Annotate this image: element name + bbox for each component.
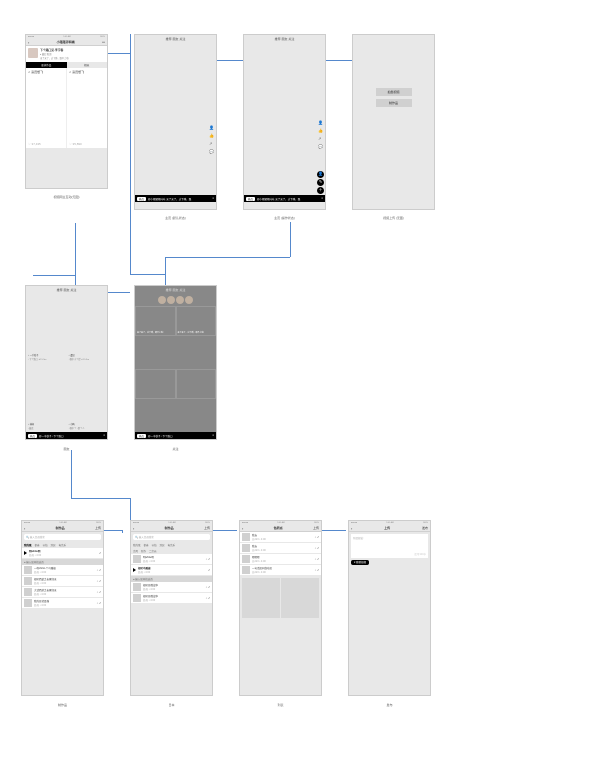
profile-bubble-icon[interactable]: 👤 bbox=[317, 171, 324, 178]
screen-follow: 推荐 朋友 关注 来了来了，过下蹲，跟不上啦! 来了来了，过下蹲，跟不上啦! 热… bbox=[134, 285, 217, 440]
top-tabs[interactable]: 推荐 朋友 关注 bbox=[244, 35, 325, 43]
share-icon[interactable]: ↗ bbox=[318, 136, 323, 141]
track-row[interactable]: 一句话居同找哇居总223 • 4:00○ ↗ bbox=[240, 565, 321, 575]
screen-create: ●●●●●9:41 AM100% ‹制作品上传 🔍 输入音调搜索 我的歌 参奏节… bbox=[21, 520, 104, 696]
grid-item[interactable] bbox=[135, 369, 176, 399]
screen-home-actions: 推荐 朋友 关注 👤 👍 ↗ 💬 👤 ✎ ＋ 热点 @小猪猪猪咔咔 来了来了，过… bbox=[243, 34, 326, 210]
grid-item[interactable] bbox=[176, 369, 217, 399]
grid-item[interactable]: 来了来了，过下蹲，跟不上啦! bbox=[176, 306, 217, 336]
upload-button[interactable]: 上传 bbox=[313, 526, 319, 530]
screen-home-default: 推荐 朋友 关注 👤 👍 ↗ 💬 热点 @小猪猪猪咔咔 来了来了，过下蹲，跟 ≡ bbox=[134, 34, 217, 210]
screen-playlist: ●●●●●9:41 AM100% ‹色药派上传 我去总223 • 4:00○ ↗… bbox=[239, 520, 322, 696]
menu-icon[interactable]: ≡ bbox=[213, 434, 214, 437]
now-playing-row[interactable]: 明white明舒昌 • 4:00↗ bbox=[22, 548, 103, 558]
screen-label: 主页 (操作状态) bbox=[243, 216, 326, 220]
screen-publish: ●●●●●9:41 AM100% ‹上传发布 你还想说: 还可100字 ♥ 随他… bbox=[348, 520, 431, 696]
track-row[interactable]: 视听日俄战争舒昌 • 4:00○ ↗ bbox=[131, 582, 212, 592]
edit-bubble-icon[interactable]: ✎ bbox=[317, 179, 324, 186]
screen-label: 日本 bbox=[130, 703, 213, 707]
menu-icon[interactable]: ≡ bbox=[104, 434, 105, 437]
avatar-row bbox=[135, 294, 216, 306]
avatar bbox=[28, 48, 38, 58]
compose-prompt: 你还想说: bbox=[353, 536, 364, 556]
like-icon[interactable]: 👍 bbox=[209, 133, 214, 138]
screen-categories: ●●●●●9:41 AM100% ‹制作品上传 🔍 输入音调搜索 我的歌参奏节拍… bbox=[130, 520, 213, 696]
track-row[interactable]: 嗯嗯嗯总223 • 4:00○ ↗ bbox=[240, 554, 321, 564]
screen-author-interaction: ●●●●●9:41 AM100% ‹小猪猪评科幽••• 下个路口见-李宇春 ● … bbox=[25, 34, 108, 189]
track-row[interactable]: 我去总223 • 4:00○ ↗ bbox=[240, 543, 321, 553]
card-meta: ↓偶尔小个撑 ⬈15.5m bbox=[69, 357, 106, 361]
comment-icon[interactable]: 💬 bbox=[209, 149, 214, 154]
create-work-button[interactable]: 制作品 bbox=[376, 99, 412, 107]
action-icon[interactable]: ↗ bbox=[99, 552, 101, 555]
screen-label: 制作品 bbox=[21, 703, 104, 707]
desc: 来了来了，过下蹲，跟不上啦! bbox=[40, 56, 105, 60]
top-tabs[interactable]: 推荐 朋友 关注 bbox=[135, 286, 216, 294]
publish-button[interactable]: 发布 bbox=[422, 526, 428, 530]
navbar: ‹制作品上传 bbox=[131, 525, 212, 532]
char-count: 还可100字 bbox=[414, 552, 426, 556]
grid-item[interactable]: 来了来了，过下蹲，跟不上啦! bbox=[135, 306, 176, 336]
track-row[interactable]: 视听西遊之长尾归来舒昌 • 4:00○ ↗ bbox=[22, 576, 103, 586]
track-row[interactable]: 视听日俄战争舒昌 • 4:00○ ↗ bbox=[131, 593, 212, 603]
card-meta: ↓下个路口 ⬈15.5m bbox=[28, 357, 65, 361]
navbar: ‹制作品上传 bbox=[22, 525, 103, 532]
play-icon[interactable] bbox=[24, 551, 27, 555]
track-item[interactable]: ♫ 演员想飞 bbox=[69, 70, 105, 74]
avatar[interactable] bbox=[176, 296, 184, 304]
now-playing-bar[interactable]: 热点 @一千秒子 ↓下个路口 ≡ bbox=[26, 432, 107, 439]
comment-icon[interactable]: 💬 bbox=[318, 144, 323, 149]
like-count: ♡ 37,435 bbox=[28, 142, 64, 146]
screen-label: 列表 bbox=[239, 703, 322, 707]
tag-chip[interactable]: ♥ 随他想想 bbox=[351, 560, 369, 565]
screen-label: 朋友 bbox=[25, 447, 108, 451]
card-meta: ↓藏底 bbox=[28, 426, 65, 430]
like-icon[interactable]: 👍 bbox=[318, 128, 323, 133]
screen-label: 视频网主互动(无图) bbox=[25, 195, 108, 199]
screen-label: 视频上传 (无图) bbox=[352, 216, 435, 220]
screen-label: 发布 bbox=[348, 703, 431, 707]
more-icon[interactable]: ••• bbox=[102, 40, 105, 44]
track-row[interactable]: 一吻christ-个鸟瞰编舒昌 • 4:00○ ↗ bbox=[22, 565, 103, 575]
search-input[interactable]: 🔍 输入音调搜索 bbox=[133, 534, 210, 540]
record-video-button[interactable]: 拍摄视频 bbox=[376, 88, 412, 96]
screen-label: 主页 (默认状态) bbox=[134, 216, 217, 220]
track-row[interactable]: 我的日式盃弹舒昌 • 4:00○ ↗ bbox=[22, 598, 103, 608]
search-input[interactable]: 🔍 输入音调搜索 bbox=[24, 534, 101, 540]
screen-label: 关注 bbox=[134, 447, 217, 451]
now-playing-bar[interactable]: 热点 @一千秒子 ↓下个路口 ≡ bbox=[135, 432, 216, 439]
avatar[interactable] bbox=[185, 296, 193, 304]
top-tabs[interactable]: 推荐 朋友 关注 bbox=[26, 286, 107, 294]
now-playing-row[interactable]: 视听鸟瞰编舒昌 • 4:00↗ bbox=[131, 565, 212, 575]
avatar[interactable] bbox=[158, 296, 166, 304]
now-playing-bar[interactable]: 热点 @小猪猪猪咔咔 来了来了，过下蹲，跟 ≡ bbox=[244, 195, 325, 202]
share-icon[interactable]: ↗ bbox=[209, 141, 214, 146]
add-bubble-icon[interactable]: ＋ bbox=[317, 187, 324, 194]
navbar: ‹上传发布 bbox=[349, 525, 430, 532]
track-item[interactable]: ♫ 演员想飞 bbox=[28, 70, 64, 74]
navbar: ‹色药派上传 bbox=[240, 525, 321, 532]
track-row[interactable]: 我去总223 • 4:00○ ↗ bbox=[240, 532, 321, 542]
user-icon[interactable]: 👤 bbox=[209, 125, 214, 130]
track-row[interactable]: 大话西游之长尾归来舒昌 • 4:00○ ↗ bbox=[22, 587, 103, 597]
screen-friends: 推荐 朋友 关注 ♪ 一千秒子 ↓下个路口 ⬈15.5m ♪ 遇见 ↓偶尔小个撑… bbox=[25, 285, 108, 440]
upload-button[interactable]: 上传 bbox=[95, 526, 101, 530]
avatar[interactable] bbox=[167, 296, 175, 304]
menu-icon[interactable]: ≡ bbox=[213, 197, 214, 200]
screen-upload-empty: 拍摄视频 制作品 bbox=[352, 34, 435, 210]
video-grid: 来了来了，过下蹲，跟不上啦! 来了来了，过下蹲，跟不上啦! bbox=[135, 306, 216, 432]
user-icon[interactable]: 👤 bbox=[318, 120, 323, 125]
navbar: ‹小猪猪评科幽••• bbox=[26, 39, 107, 46]
top-tabs[interactable]: 推荐 朋友 关注 bbox=[135, 35, 216, 43]
now-playing-bar[interactable]: 热点 @小猪猪猪咔咔 来了来了，过下蹲，跟 ≡ bbox=[135, 195, 216, 202]
track-row[interactable]: 明white明舒昌 • 4:00○ ↗ bbox=[131, 554, 212, 564]
upload-button[interactable]: 上传 bbox=[204, 526, 210, 530]
card-meta: ↓偶尔个 ↓那个人 bbox=[69, 426, 106, 430]
menu-icon[interactable]: ≡ bbox=[322, 197, 323, 200]
play-icon[interactable] bbox=[133, 568, 136, 572]
like-count: ♡ 35,890 bbox=[69, 142, 105, 146]
